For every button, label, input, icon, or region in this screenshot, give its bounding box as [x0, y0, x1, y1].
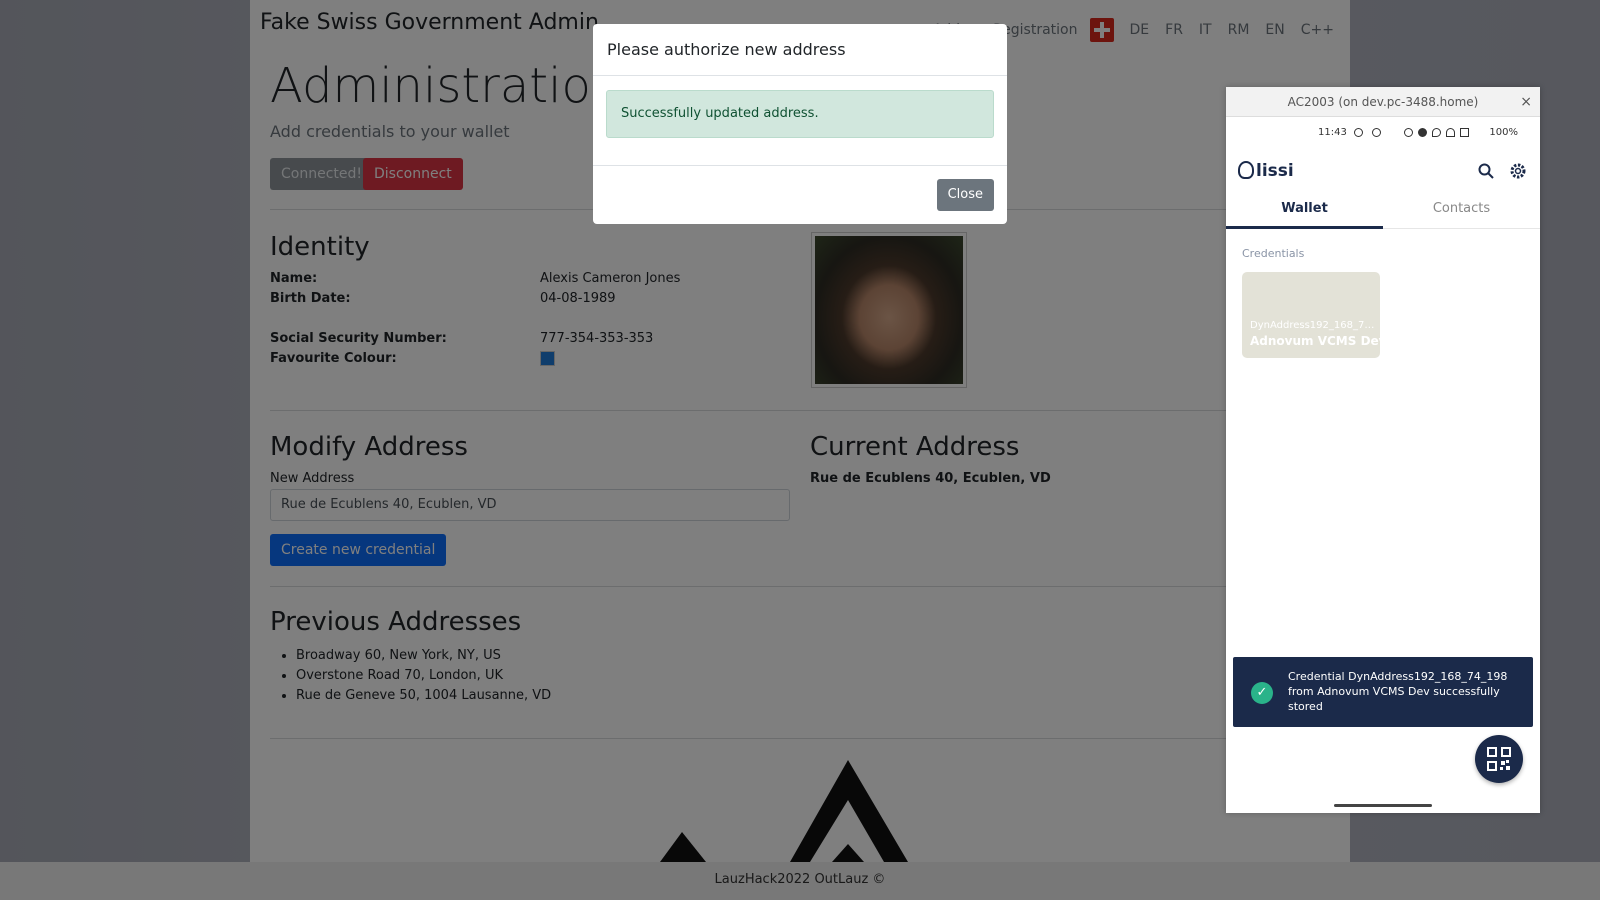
credential-card[interactable]: DynAddress192_168_74_198 Adnovum VCMS De… — [1242, 272, 1387, 358]
scan-qr-button[interactable] — [1475, 735, 1523, 783]
tab-contacts[interactable]: Contacts — [1383, 191, 1540, 229]
battery-level: 100% — [1489, 127, 1518, 138]
success-alert: Successfully updated address. — [606, 90, 994, 138]
whatsapp-icon — [1354, 128, 1363, 137]
signal-icon — [1460, 128, 1469, 137]
app-name: lissi — [1256, 161, 1294, 181]
toast-message: Credential DynAddress192_168_74_198 from… — [1288, 670, 1508, 713]
wallet-tabs: Wallet Contacts — [1226, 191, 1540, 229]
credential-card-title: Adnovum VCMS Dev — [1250, 334, 1387, 348]
close-icon[interactable]: × — [1520, 87, 1532, 117]
dnd-icon — [1418, 128, 1427, 137]
tab-wallet[interactable]: Wallet — [1226, 191, 1383, 229]
emulator-title-bar: AC2003 (on dev.pc-3488.home) × — [1226, 87, 1540, 117]
modal-title: Please authorize new address — [593, 24, 1007, 76]
authorize-modal: Please authorize new address Successfull… — [593, 24, 1007, 224]
qr-code-icon — [1487, 747, 1511, 771]
wifi-icon — [1446, 128, 1455, 137]
fingerprint-icon — [1238, 161, 1254, 179]
phone-emulator-window: AC2003 (on dev.pc-3488.home) × 11:43 100… — [1226, 87, 1540, 813]
location-icon — [1432, 128, 1441, 137]
modal-footer: Close — [593, 165, 1007, 224]
hotspot-icon — [1404, 128, 1413, 137]
credentials-section-label: Credentials — [1242, 247, 1305, 260]
gear-icon[interactable] — [1509, 162, 1527, 180]
check-icon: ✓ — [1251, 682, 1273, 704]
home-indicator[interactable] — [1334, 804, 1432, 807]
emulator-title: AC2003 (on dev.pc-3488.home) — [1287, 95, 1479, 109]
app-logo: lissi — [1238, 161, 1294, 181]
sync-icon — [1372, 128, 1381, 137]
close-button[interactable]: Close — [936, 179, 994, 211]
credential-card-subtitle: DynAddress192_168_74_198 — [1250, 320, 1376, 331]
status-time: 11:43 — [1318, 127, 1347, 138]
success-toast: ✓ Credential DynAddress192_168_74_198 fr… — [1233, 657, 1533, 727]
search-icon[interactable] — [1478, 163, 1494, 179]
app-bar: lissi — [1226, 155, 1540, 189]
